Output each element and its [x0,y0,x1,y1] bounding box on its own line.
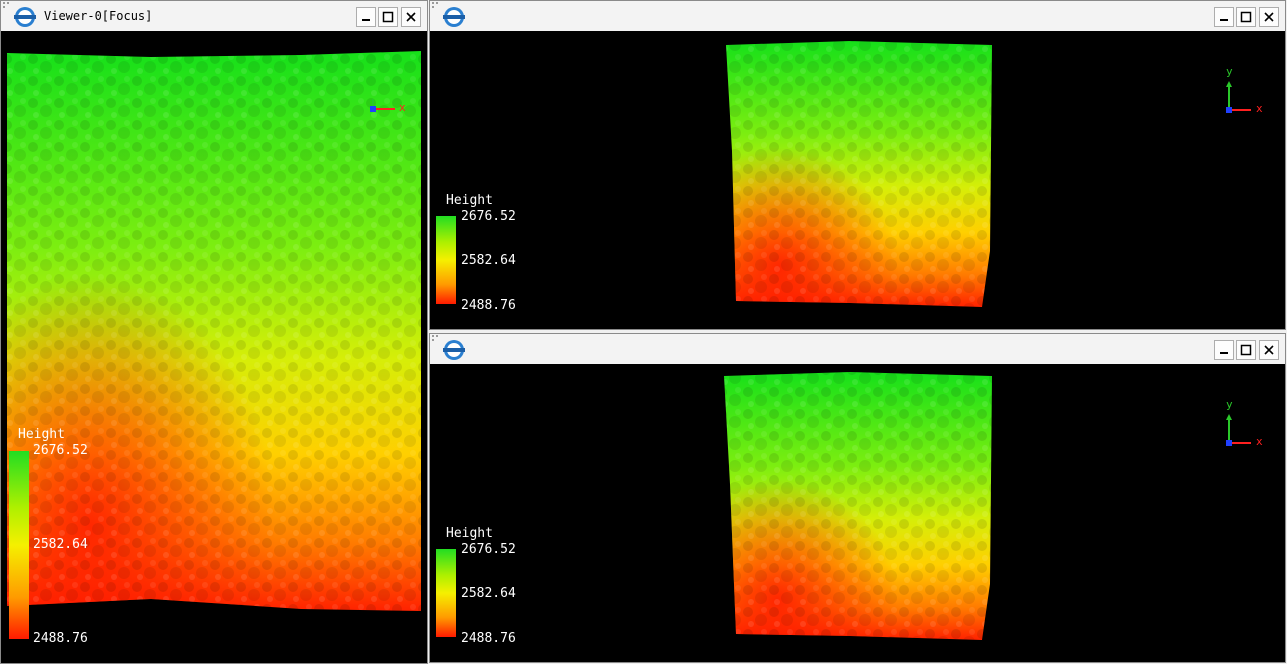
legend-max: 2676.52 [461,209,516,224]
point-cloud-render[interactable] [430,31,1285,329]
minimize-button[interactable] [1214,340,1234,360]
legend-min: 2488.76 [33,631,88,646]
legend-max: 2676.52 [33,443,88,458]
title-bar[interactable] [430,1,1285,31]
legend-mid: 2582.64 [461,586,516,601]
axis-x-label: x [1256,102,1263,115]
viewer-title: Viewer-0[Focus] [44,9,153,23]
axis-y-label: y [1226,65,1233,78]
point-cloud-render[interactable] [1,31,427,663]
point-cloud-render[interactable] [430,364,1285,662]
maximize-icon [1240,11,1252,23]
lidar360-logo-icon [443,7,465,27]
legend-mid: 2582.64 [33,537,88,552]
maximize-icon [382,11,394,23]
minimize-icon [362,19,370,21]
point-cloud-canvas[interactable]: Height 2676.52 2582.64 2488.76 x [1,31,427,663]
legend-max: 2676.52 [461,542,516,557]
minimize-icon [1220,19,1228,21]
close-icon [1264,12,1274,22]
point-cloud-canvas[interactable]: Height 2676.52 2582.64 2488.76 y x [430,364,1285,662]
legend-title: Height [18,427,65,442]
height-color-bar [436,549,456,637]
drag-grip-icon[interactable] [432,335,442,343]
close-icon [1264,345,1274,355]
title-bar[interactable] [430,334,1285,364]
axis-x-label: x [1256,435,1263,448]
viewer-2-window[interactable]: Height 2676.52 2582.64 2488.76 y x [429,333,1286,663]
legend-min: 2488.76 [461,631,516,646]
title-bar[interactable]: Viewer-0[Focus] [1,1,427,31]
viewer-0-window[interactable]: Viewer-0[Focus] Height 2676.52 2582.64 2… [0,0,428,664]
close-button[interactable] [401,7,421,27]
axis-y-label: y [1226,398,1233,411]
legend-min: 2488.76 [461,298,516,313]
legend-title: Height [446,526,493,541]
close-button[interactable] [1259,7,1279,27]
legend-title: Height [446,193,493,208]
height-color-bar [9,451,29,639]
lidar360-logo-icon [443,340,465,360]
minimize-button[interactable] [356,7,376,27]
minimize-button[interactable] [1214,7,1234,27]
maximize-button[interactable] [1236,7,1256,27]
minimize-icon [1220,352,1228,354]
maximize-icon [1240,344,1252,356]
close-button[interactable] [1259,340,1279,360]
height-color-bar [436,216,456,304]
point-cloud-canvas[interactable]: Height 2676.52 2582.64 2488.76 y x [430,31,1285,329]
lidar360-logo-icon [14,7,36,27]
viewer-1-window[interactable]: Height 2676.52 2582.64 2488.76 y x [429,0,1286,330]
drag-grip-icon[interactable] [3,2,13,10]
maximize-button[interactable] [1236,340,1256,360]
axis-x-label: x [399,101,406,114]
legend-mid: 2582.64 [461,253,516,268]
maximize-button[interactable] [378,7,398,27]
close-icon [406,12,416,22]
drag-grip-icon[interactable] [432,2,442,10]
